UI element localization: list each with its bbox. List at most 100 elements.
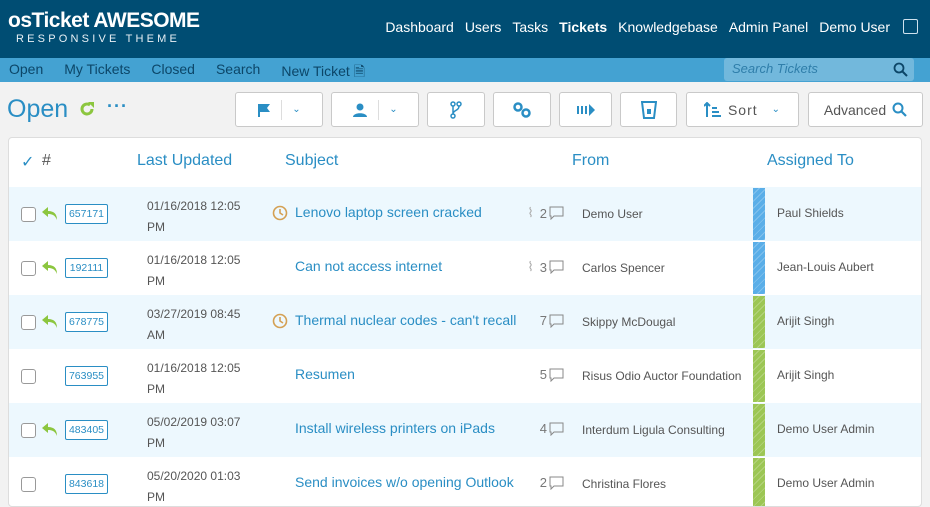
col-from[interactable]: From [572, 152, 609, 170]
comment-icon [549, 368, 564, 382]
ticket-number[interactable]: 657171 [65, 204, 108, 224]
priority-indicator [753, 296, 765, 348]
sort-button[interactable]: Sort ⌄ [686, 92, 799, 127]
priority-indicator [753, 350, 765, 402]
top-header: osTicket AWESOME RESPONSIVE THEME Dashbo… [0, 0, 930, 58]
select-all-checkmark[interactable]: ✓ [21, 152, 34, 172]
paperclip-icon: ⌇ [527, 205, 534, 220]
row-checkbox[interactable] [21, 369, 36, 384]
assign-button[interactable]: ⌄ [331, 92, 419, 127]
table-row[interactable]: 483405 05/02/2019 03:07 PM Install wireles… [9, 403, 921, 457]
row-checkbox[interactable] [21, 261, 36, 276]
sort-label: Sort [727, 101, 758, 118]
logo-name: osTicket AWESOME [8, 9, 200, 32]
flag-button[interactable]: ⌄ [235, 92, 323, 127]
ticket-subject-link[interactable]: Send invoices w/o opening Outlook [295, 474, 514, 490]
last-updated: 01/16/2018 12:05 PM [147, 253, 241, 288]
row-checkbox[interactable] [21, 207, 36, 222]
refresh-icon[interactable] [78, 100, 96, 118]
ticket-from: Demo User [582, 197, 747, 231]
ticket-number[interactable]: 843618 [65, 474, 108, 494]
subnav-search[interactable]: Search [216, 61, 260, 85]
col-number[interactable]: # [42, 152, 51, 170]
link-button[interactable] [493, 92, 551, 127]
col-assigned-to[interactable]: Assigned To [767, 152, 854, 170]
search-input[interactable] [732, 61, 887, 76]
document-icon: 🗎 [353, 63, 365, 79]
from-name: Interdum Ligula Consulting [582, 422, 725, 437]
ticket-subject-link[interactable]: Resumen [295, 366, 355, 382]
assigned-to: Paul Shields [777, 206, 844, 220]
table-row[interactable]: 843618 05/20/2020 01:03 PM Send invoices w… [9, 457, 921, 506]
from-name: Skippy McDougal [582, 314, 676, 329]
search-icon [892, 102, 907, 117]
subnav-new-ticket[interactable]: New Ticket 🗎 [281, 61, 365, 85]
ticket-from: Christina Flores [582, 467, 747, 501]
ticket-subject-link[interactable]: Install wireless printers on iPads [295, 420, 495, 436]
user-icon [353, 103, 368, 117]
logo-tagline: RESPONSIVE THEME [16, 33, 181, 45]
advanced-search-button[interactable]: Advanced [808, 92, 923, 127]
search-box [724, 58, 914, 81]
comment-icon [549, 422, 564, 436]
nav-knowledgebase[interactable]: Knowledgebase [618, 19, 718, 35]
table-row[interactable]: 763955 01/16/2018 12:05 PM Resumen 5 Risus O… [9, 349, 921, 403]
subnav-closed[interactable]: Closed [151, 61, 195, 85]
paperclip-icon: ⌇ [527, 259, 534, 274]
col-subject[interactable]: Subject [285, 152, 338, 170]
table-row[interactable]: 657171 01/16/2018 12:05 PM Lenovo laptop s… [9, 187, 921, 241]
nav-admin-panel[interactable]: Admin Panel [729, 19, 808, 35]
delete-button[interactable] [620, 92, 677, 127]
nav-users[interactable]: Users [465, 19, 502, 35]
clock-icon [272, 205, 288, 221]
merge-button[interactable] [427, 92, 485, 127]
ticket-subject-link[interactable]: Can not access internet [295, 258, 442, 274]
logo[interactable]: osTicket AWESOME RESPONSIVE THEME [8, 10, 200, 46]
table-row[interactable]: 678775 03/27/2019 08:45 AM Thermal nuclear… [9, 295, 921, 349]
chevron-down-icon: ⌄ [292, 104, 301, 115]
assigned-to: Arijit Singh [777, 314, 835, 328]
link-icon [513, 101, 531, 118]
reply-icon [42, 207, 57, 220]
ticket-number[interactable]: 678775 [65, 312, 108, 332]
nav-dashboard[interactable]: Dashboard [385, 19, 454, 35]
last-updated: 03/27/2019 08:45 AM [147, 307, 241, 342]
ticket-table: ✓ # Last Updated Subject From Assigned T… [8, 137, 922, 507]
thread-counts: 5 [514, 367, 564, 382]
ticket-subject-link[interactable]: Lenovo laptop screen cracked [295, 204, 482, 220]
ticket-number[interactable]: 763955 [65, 366, 108, 386]
table-row[interactable]: 192111 01/16/2018 12:05 PM Can not access … [9, 241, 921, 295]
thread-count: 4 [539, 421, 547, 436]
priority-indicator [753, 458, 765, 506]
ticket-number[interactable]: 192111 [65, 258, 108, 278]
nav-user[interactable]: Demo User [819, 19, 890, 35]
subnav-open[interactable]: Open [9, 61, 43, 85]
row-checkbox[interactable] [21, 423, 36, 438]
col-last-updated[interactable]: Last Updated [137, 152, 232, 170]
table-header: ✓ # Last Updated Subject From Assigned T… [9, 138, 921, 187]
row-checkbox[interactable] [21, 315, 36, 330]
more-options-button[interactable]: ··· [107, 96, 128, 117]
from-name: Carlos Spencer [582, 260, 665, 275]
nav-tasks[interactable]: Tasks [512, 19, 548, 35]
logout-icon[interactable] [903, 19, 918, 34]
thread-counts: 4 [514, 421, 564, 436]
subnav-my-tickets[interactable]: My Tickets [64, 61, 130, 85]
page-title: Open [7, 95, 69, 123]
from-name: Demo User [582, 206, 643, 221]
assigned-to: Jean-Louis Aubert [777, 260, 874, 274]
ticket-subject-link[interactable]: Thermal nuclear codes - can't recall [295, 312, 516, 328]
transfer-button[interactable] [559, 92, 612, 127]
comment-icon [549, 260, 564, 274]
nav-tickets[interactable]: Tickets [559, 19, 607, 35]
ticket-from: Interdum Ligula Consulting [582, 413, 747, 447]
comment-icon [549, 314, 564, 328]
trash-icon [640, 100, 657, 119]
transfer-icon [576, 103, 595, 116]
search-icon[interactable] [893, 62, 908, 77]
code-fork-icon [450, 100, 462, 119]
ticket-from: Carlos Spencer [582, 251, 747, 285]
row-checkbox[interactable] [21, 477, 36, 492]
ticket-number[interactable]: 483405 [65, 420, 108, 440]
thread-count: 3 [539, 259, 547, 275]
